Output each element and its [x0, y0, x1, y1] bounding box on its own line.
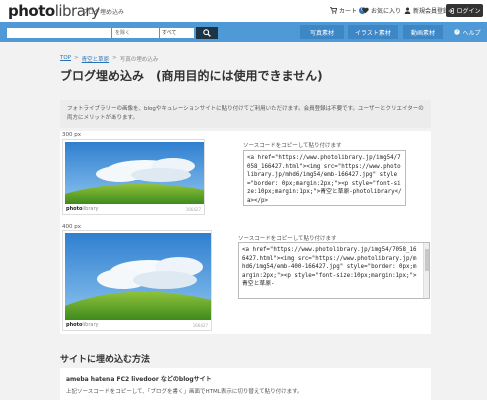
page-title: ブログ埋め込み (商用目的には使用できません): [60, 69, 323, 83]
search-exclude-field[interactable]: を除く: [112, 28, 159, 38]
login-icon: [449, 7, 455, 14]
photo-footer: photolibrary 166427: [63, 320, 211, 330]
cart-icon: [330, 7, 337, 14]
login-button[interactable]: ログイン: [446, 4, 483, 17]
sky-grass-photo: [65, 142, 204, 204]
section-title: サイトに埋め込む方法: [60, 355, 151, 365]
embed-preview-300[interactable]: photolibrary 166427: [62, 139, 205, 215]
breadcrumb-current: 写真の埋め込み: [119, 57, 159, 63]
breadcrumb-category[interactable]: 青空と草原: [82, 55, 110, 63]
nav-photo[interactable]: 写真素材: [300, 25, 344, 39]
notice-box: フォトライブラリーの画像を、blogやキュレーションサイトに貼り付けてご利用いた…: [60, 100, 431, 128]
embed-code-400[interactable]: <a href="https://www.photolibrary.jp/img…: [238, 242, 430, 299]
photolibrary-logo: photolibrary: [66, 322, 99, 328]
howto-card: ameba hatena FC2 livedoor などのblogサイト 上記ソ…: [60, 368, 431, 400]
register-link[interactable]: 新規会員登録: [404, 6, 449, 15]
embed-code-300[interactable]: <a href="https://www.photolibrary.jp/img…: [243, 150, 406, 206]
photolibrary-logo: photolibrary: [66, 206, 99, 212]
scrollbar-thumb[interactable]: [425, 249, 429, 271]
heart-icon: [362, 7, 369, 14]
cart-link[interactable]: カート 0: [330, 6, 367, 15]
svg-text:?: ?: [456, 30, 458, 35]
search-category-select[interactable]: すべて: [160, 28, 194, 38]
help-icon: ?: [454, 29, 461, 35]
code-scrollbar[interactable]: [423, 243, 429, 298]
howto-text: 上記ソースコードをコピーして、「ブログを書く」画面でHTML表示に切り替えて貼り…: [66, 389, 303, 395]
search-button[interactable]: [196, 27, 218, 39]
image-id: 166427: [192, 322, 208, 328]
header-tagline: ブログ埋め込み: [82, 9, 125, 16]
size-label-300: 300 px: [62, 132, 81, 138]
image-id: 166427: [185, 206, 201, 212]
copy-label-400: ソースコードをコピーして貼り付けます: [238, 236, 337, 242]
breadcrumb: TOP > 青空と草原 > 写真の埋め込み: [60, 55, 159, 63]
copy-label-300: ソースコードをコピーして貼り付けます: [243, 143, 342, 149]
breadcrumb-top[interactable]: TOP: [60, 55, 71, 63]
search-icon: [203, 29, 211, 37]
howto-title: ameba hatena FC2 livedoor などのblogサイト: [66, 376, 212, 383]
nav-video[interactable]: 動画素材: [403, 25, 443, 39]
photo-footer: photolibrary 166427: [63, 204, 204, 214]
favorites-link[interactable]: お気に入り: [362, 6, 401, 15]
embed-preview-400[interactable]: photolibrary 166427: [62, 230, 212, 331]
nav-help[interactable]: ? ヘルプ: [450, 25, 485, 39]
nav-illust[interactable]: イラスト素材: [348, 25, 398, 39]
top-header: photolibrary ブログ埋め込み カート 0 お気に入り 新規会員登録 …: [0, 0, 487, 22]
sky-grass-photo: [65, 233, 211, 320]
search-input[interactable]: [7, 28, 111, 38]
user-icon: [404, 7, 411, 14]
